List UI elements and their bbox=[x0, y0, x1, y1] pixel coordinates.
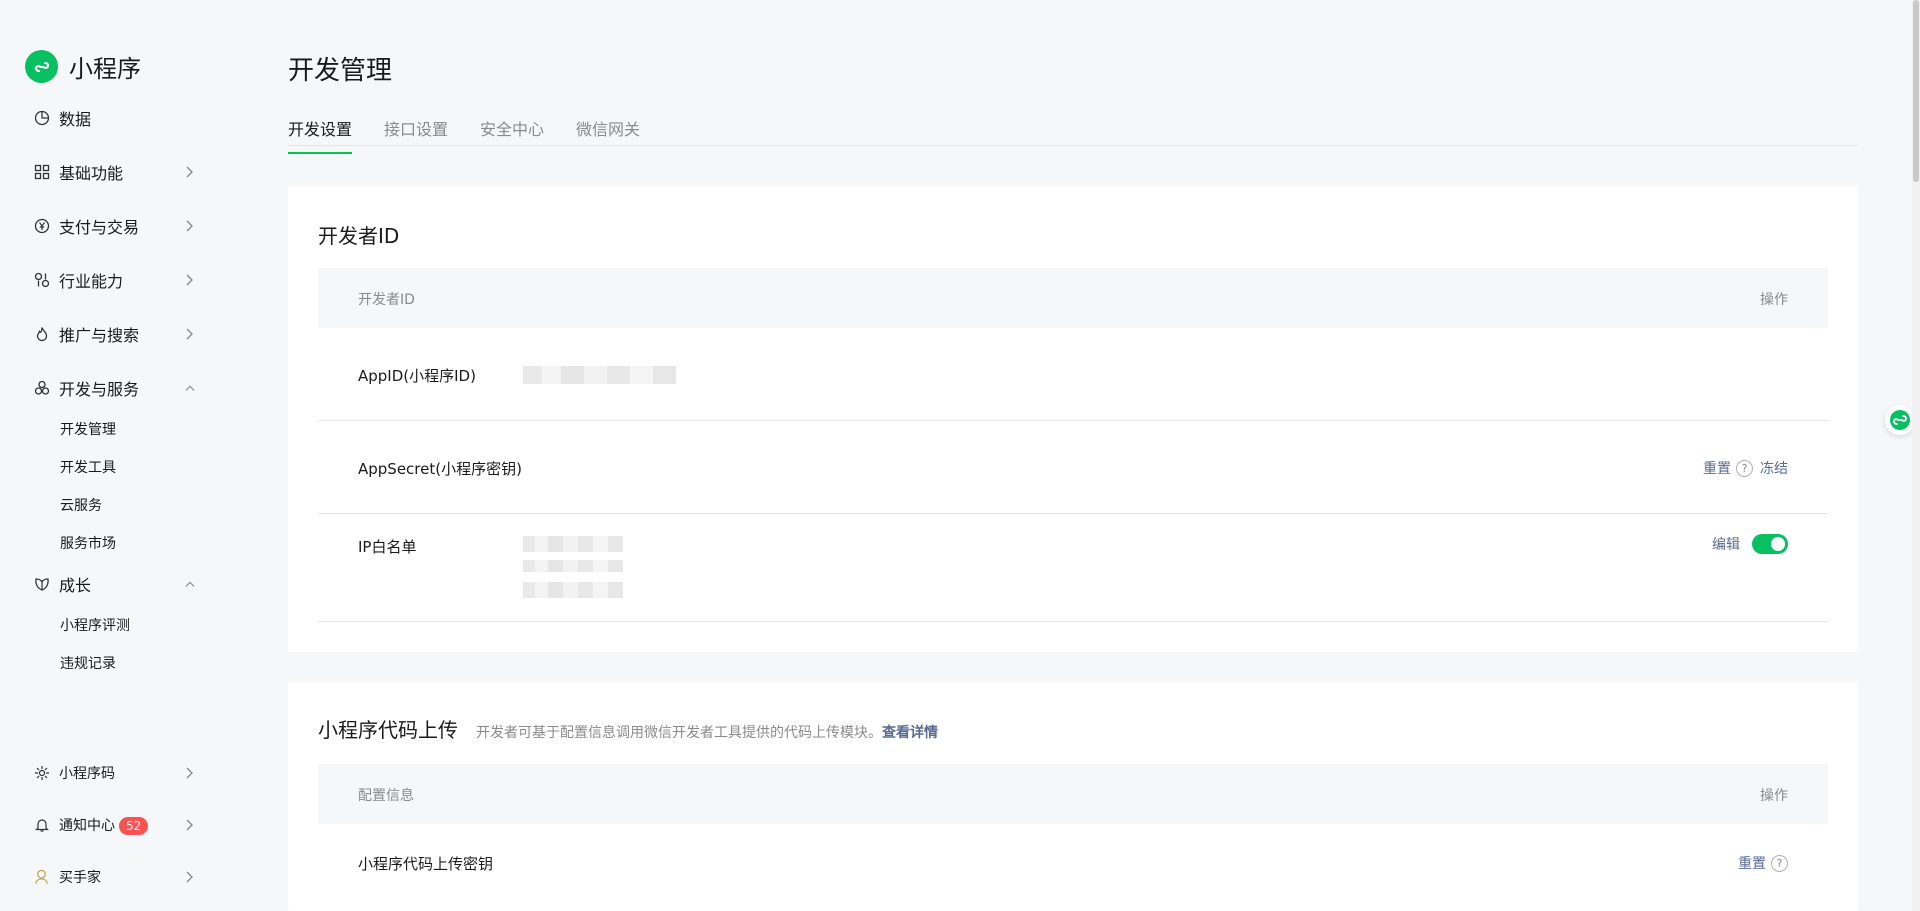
sidebar-item-qrcode[interactable]: 小程序码 bbox=[33, 761, 201, 785]
tab-bar: 开发设置 接口设置 安全中心 微信网关 bbox=[288, 110, 1858, 154]
row-label: AppSecret(小程序密钥) bbox=[358, 460, 522, 478]
app-logo[interactable]: 小程序 bbox=[25, 49, 141, 84]
row-actions: 重置 ? bbox=[1738, 853, 1788, 873]
ip-value-redacted-3 bbox=[523, 582, 623, 598]
column-header-id: 开发者ID bbox=[358, 292, 415, 308]
whitelist-toggle[interactable] bbox=[1752, 534, 1788, 554]
chevron-up-icon bbox=[185, 579, 195, 589]
chevron-right-icon bbox=[185, 274, 195, 286]
floating-assistant-button[interactable] bbox=[1885, 405, 1915, 435]
developer-id-card: 开发者ID 开发者ID 操作 AppID(小程序ID) AppSecret(小程… bbox=[288, 186, 1858, 652]
ip-value-redacted-2 bbox=[523, 560, 623, 572]
page-title: 开发管理 bbox=[288, 56, 393, 86]
industry-icon bbox=[33, 272, 50, 289]
pie-chart-icon bbox=[33, 110, 50, 127]
freeze-secret-button[interactable]: 冻结 bbox=[1760, 458, 1788, 478]
sidebar-item-growth[interactable]: 成长 bbox=[33, 572, 201, 596]
chevron-right-icon bbox=[185, 166, 195, 178]
table-header: 开发者ID 操作 bbox=[318, 268, 1828, 328]
column-header-actions: 操作 bbox=[1760, 292, 1788, 308]
row-label: AppID(小程序ID) bbox=[358, 367, 476, 385]
reset-secret-button[interactable]: 重置 bbox=[1703, 458, 1731, 478]
tab-dev-settings[interactable]: 开发设置 bbox=[288, 116, 353, 154]
sidebar-item-dev-services[interactable]: 开发与服务 bbox=[33, 376, 201, 400]
code-upload-card: 小程序代码上传 开发者可基于配置信息调用微信开发者工具提供的代码上传模块。查看详… bbox=[288, 682, 1858, 911]
tab-interface-settings[interactable]: 接口设置 bbox=[384, 116, 448, 152]
row-actions: 重置 ? 冻结 bbox=[1703, 458, 1788, 478]
chevron-right-icon bbox=[185, 328, 195, 340]
sidebar: 小程序 数据 基础功能 支付与交易 行业能力 推广与搜索 开发与服务 开发管理 … bbox=[0, 0, 210, 911]
edit-whitelist-button[interactable]: 编辑 bbox=[1712, 534, 1740, 554]
sidebar-subitem-market[interactable]: 服务市场 bbox=[60, 533, 116, 553]
sidebar-item-payment[interactable]: 支付与交易 bbox=[33, 214, 201, 238]
mini-program-assistant-icon bbox=[1890, 410, 1910, 430]
sidebar-item-notifications[interactable]: 通知中心 52 bbox=[33, 813, 201, 837]
row-actions: 编辑 bbox=[1712, 534, 1788, 554]
chevron-right-icon bbox=[185, 819, 195, 831]
card-title: 小程序代码上传 bbox=[318, 718, 458, 742]
card-title: 开发者ID bbox=[318, 224, 400, 248]
chevron-up-icon bbox=[185, 383, 195, 393]
circles-icon bbox=[33, 380, 50, 397]
table-row-appid: AppID(小程序ID) bbox=[318, 328, 1828, 421]
sidebar-item-label-wrap: 通知中心 52 bbox=[59, 815, 185, 835]
sidebar-subitem-cloud[interactable]: 云服务 bbox=[60, 495, 102, 515]
appid-value-redacted bbox=[523, 366, 676, 384]
grid-icon bbox=[33, 164, 50, 181]
sidebar-item-label: 通知中心 bbox=[59, 818, 115, 834]
buyer-icon bbox=[33, 869, 50, 886]
view-details-link[interactable]: 查看详情 bbox=[882, 725, 938, 741]
sidebar-subitem-dev-management[interactable]: 开发管理 bbox=[60, 419, 116, 439]
sidebar-item-label: 推广与搜索 bbox=[59, 326, 140, 345]
sidebar-item-promotion[interactable]: 推广与搜索 bbox=[33, 322, 201, 346]
reset-upload-key-button[interactable]: 重置 bbox=[1738, 853, 1766, 873]
sidebar-item-industry[interactable]: 行业能力 bbox=[33, 268, 201, 292]
sidebar-item-buyer[interactable]: 买手家 bbox=[33, 865, 201, 889]
row-label: IP白名单 bbox=[358, 538, 417, 556]
bell-icon bbox=[33, 817, 50, 834]
card-description-text: 开发者可基于配置信息调用微信开发者工具提供的代码上传模块。 bbox=[476, 725, 882, 741]
sidebar-item-label: 开发与服务 bbox=[59, 380, 140, 399]
row-label: 小程序代码上传密钥 bbox=[358, 855, 494, 873]
help-question-icon[interactable]: ? bbox=[1736, 459, 1753, 477]
chevron-right-icon bbox=[185, 767, 195, 779]
scrollbar-thumb[interactable] bbox=[1913, 0, 1919, 182]
column-header-config: 配置信息 bbox=[358, 788, 414, 804]
mini-program-logo-icon bbox=[25, 50, 58, 83]
notification-count-badge: 52 bbox=[119, 817, 149, 835]
ip-value-redacted-1 bbox=[523, 536, 623, 552]
sidebar-item-label: 成长 bbox=[59, 576, 92, 595]
sidebar-item-label: 基础功能 bbox=[59, 164, 124, 183]
sidebar-item-label: 数据 bbox=[59, 110, 92, 129]
help-question-icon[interactable]: ? bbox=[1771, 854, 1788, 872]
column-header-actions: 操作 bbox=[1760, 788, 1788, 804]
table-row-ip-whitelist: IP白名单 编辑 bbox=[318, 514, 1828, 622]
leaf-icon bbox=[33, 576, 50, 593]
sidebar-item-label: 买手家 bbox=[59, 870, 101, 886]
table-header: 配置信息 操作 bbox=[318, 764, 1828, 824]
tab-security-center[interactable]: 安全中心 bbox=[480, 116, 544, 152]
table-row-upload-key: 小程序代码上传密钥 重置 ? bbox=[318, 824, 1828, 911]
table-row-appsecret: AppSecret(小程序密钥) 重置 ? 冻结 bbox=[318, 421, 1828, 514]
sidebar-item-label: 行业能力 bbox=[59, 272, 124, 291]
chevron-right-icon bbox=[185, 871, 195, 883]
sidebar-subitem-dev-tools[interactable]: 开发工具 bbox=[60, 457, 116, 477]
sidebar-item-data[interactable]: 数据 bbox=[33, 106, 201, 130]
card-title-wrap: 小程序代码上传 开发者可基于配置信息调用微信开发者工具提供的代码上传模块。查看详… bbox=[318, 714, 938, 743]
card-description: 开发者可基于配置信息调用微信开发者工具提供的代码上传模块。查看详情 bbox=[476, 722, 938, 742]
sidebar-subitem-evaluation[interactable]: 小程序评测 bbox=[60, 615, 130, 635]
flame-icon bbox=[33, 326, 50, 343]
app-name: 小程序 bbox=[69, 55, 141, 83]
sidebar-subitem-violations[interactable]: 违规记录 bbox=[60, 653, 116, 673]
qrcode-sun-icon bbox=[33, 765, 50, 782]
sidebar-item-label: 支付与交易 bbox=[59, 218, 140, 237]
tab-wechat-gateway[interactable]: 微信网关 bbox=[576, 116, 640, 152]
sidebar-item-basic-features[interactable]: 基础功能 bbox=[33, 160, 201, 184]
yen-circle-icon bbox=[33, 218, 50, 235]
sidebar-item-label: 小程序码 bbox=[59, 766, 115, 782]
chevron-right-icon bbox=[185, 220, 195, 232]
page-scrollbar[interactable] bbox=[1912, 0, 1920, 911]
